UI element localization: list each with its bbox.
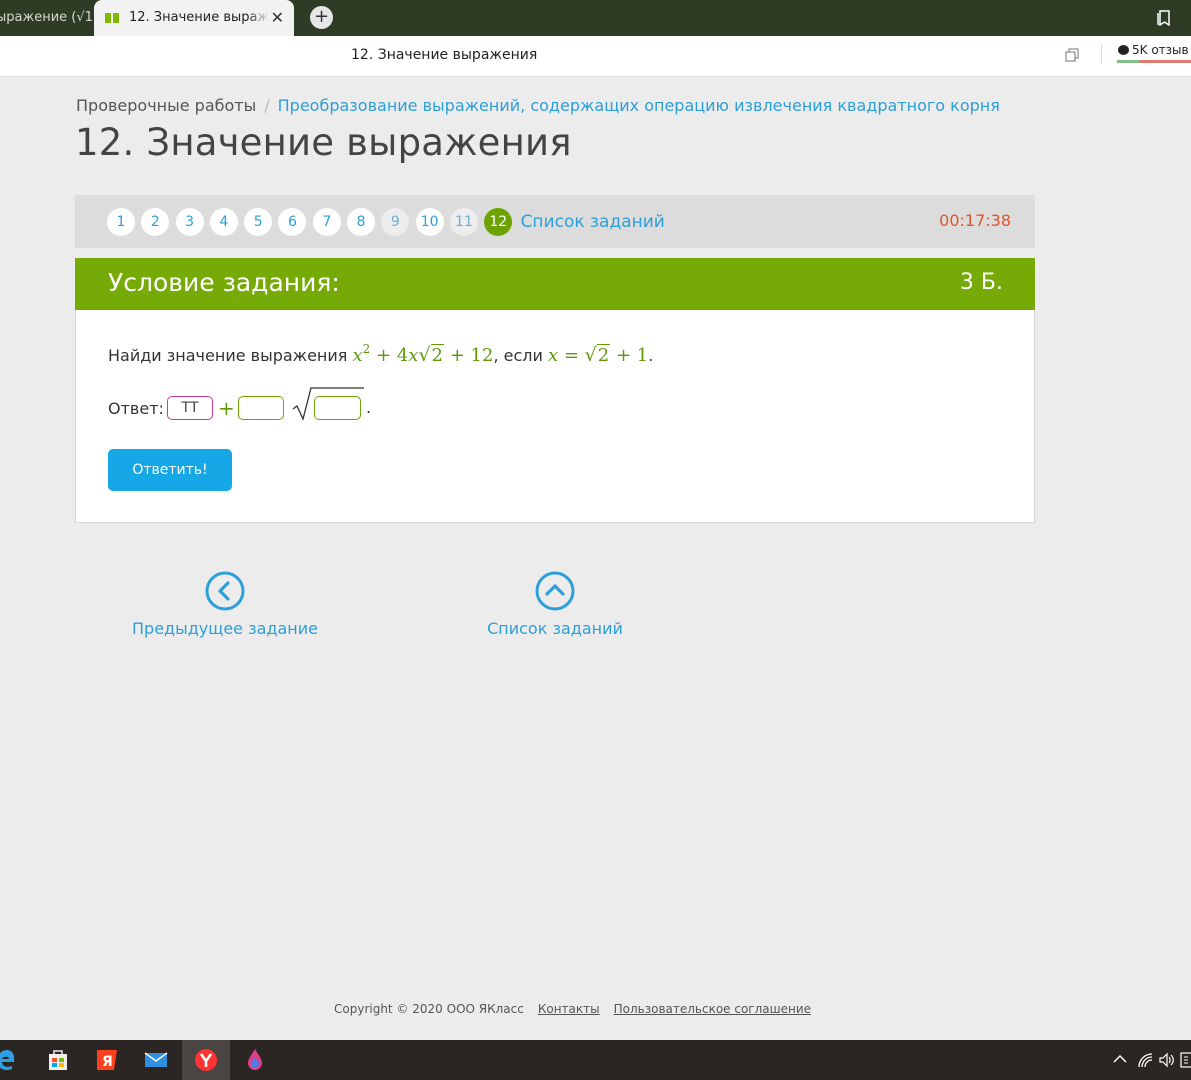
statement-suffix: .	[648, 346, 654, 365]
task-number-11[interactable]: 11	[449, 208, 478, 236]
points-badge: 3 Б.	[959, 270, 1003, 295]
contacts-link[interactable]: Контакты	[538, 1002, 600, 1016]
task-number-4[interactable]: 4	[209, 208, 238, 236]
task-statement: Найди значение выражения x2 + 4x√2 + 12,…	[108, 342, 653, 366]
store-icon[interactable]	[34, 1040, 82, 1080]
task-number-1[interactable]: 1	[107, 208, 135, 236]
answer-period: .	[366, 398, 372, 417]
chevron-up-circle-icon	[535, 571, 575, 611]
reviews-button[interactable]: 5K отзыв	[1118, 43, 1189, 57]
answer-input-coefficient[interactable]	[238, 396, 284, 420]
task-list-label: Список заданий	[487, 619, 623, 638]
copyright: Copyright © 2020 ООО ЯКласс	[334, 1002, 524, 1016]
timer: 00:17:38	[939, 211, 1011, 230]
tab-title: ыражение (√1	[0, 10, 92, 25]
paint-drop-icon[interactable]	[231, 1040, 279, 1080]
mail-icon[interactable]	[132, 1040, 180, 1080]
browser-tab-current[interactable]: 12. Значение выражени ✕	[94, 0, 294, 36]
previous-task-label: Предыдущее задание	[132, 619, 318, 638]
address-bar: 12. Значение выражения 5K отзыв	[0, 36, 1191, 77]
task-number-2[interactable]: 2	[141, 208, 170, 236]
reviews-label: 5K отзыв	[1132, 43, 1189, 57]
keyboard-icon[interactable]	[1180, 1052, 1191, 1068]
task-list-link[interactable]: Список заданий	[521, 208, 665, 236]
edge-icon[interactable]	[0, 1040, 30, 1080]
svg-text:Я: Я	[102, 1054, 113, 1070]
chevron-left-circle-icon	[205, 571, 245, 611]
breadcrumb-separator: /	[264, 96, 270, 115]
rating-bar	[1117, 60, 1191, 63]
window-copy-icon[interactable]	[1065, 48, 1079, 62]
answer-label: Ответ:	[108, 399, 164, 418]
task-number-9[interactable]: 9	[381, 208, 410, 236]
windows-taskbar: Я	[0, 1040, 1191, 1080]
page-title-in-address-bar[interactable]: 12. Значение выражения	[351, 47, 537, 63]
wifi-icon[interactable]	[1137, 1052, 1153, 1068]
bookmarks-icon[interactable]	[1157, 10, 1170, 26]
user-agreement-link[interactable]: Пользовательское соглашение	[614, 1002, 811, 1016]
condition-formula: x = √2 + 1	[547, 344, 649, 366]
task-number-6[interactable]: 6	[278, 208, 307, 236]
speech-bubble-icon	[1118, 45, 1129, 55]
browser-tab-bar: ыражение (√1 12. Значение выражени ✕ +	[0, 0, 1191, 36]
chevron-up-icon[interactable]	[1113, 1054, 1127, 1064]
submit-answer-button[interactable]: Ответить!	[108, 449, 232, 491]
breadcrumb: Проверочные работы / Преобразование выраже…	[76, 96, 1000, 115]
answer-input-integer[interactable]	[167, 396, 213, 420]
task-number-7[interactable]: 7	[312, 208, 341, 236]
condition-title: Условие задания:	[108, 268, 340, 297]
plus-sign: +	[218, 396, 235, 420]
breadcrumb-current[interactable]: Преобразование выражений, содержащих опе…	[278, 96, 1000, 115]
task-navigation: 1 2 3 4 5 6 7 8 9 10 11 12 Список заданий 00:17:38	[75, 195, 1035, 248]
tab-title: 12. Значение выражени	[129, 10, 269, 25]
yandex-browser-icon[interactable]	[182, 1040, 230, 1080]
previous-task-link[interactable]: Предыдущее задание	[130, 571, 320, 638]
breadcrumb-root[interactable]: Проверочные работы	[76, 96, 256, 115]
task-number-3[interactable]: 3	[175, 208, 204, 236]
speaker-icon[interactable]	[1159, 1052, 1175, 1068]
task-card: Найди значение выражения x2 + 4x√2 + 12,…	[75, 310, 1035, 523]
answer-input-radicand[interactable]	[314, 396, 361, 420]
yandex-y-icon[interactable]: Я	[83, 1040, 131, 1080]
task-number-5[interactable]: 5	[244, 208, 273, 236]
close-icon[interactable]: ✕	[271, 0, 284, 36]
condition-header: Условие задания: 3 Б.	[75, 258, 1035, 310]
page-title: 12. Значение выражения	[75, 121, 572, 164]
browser-tab-previous[interactable]: ыражение (√1	[0, 0, 92, 36]
footer: Copyright © 2020 ООО ЯКласс Контакты Польз…	[334, 1002, 811, 1016]
task-number-12-current[interactable]: 12	[484, 208, 513, 236]
divider	[1101, 44, 1102, 64]
task-number-8[interactable]: 8	[347, 208, 376, 236]
task-list-bottom-link[interactable]: Список заданий	[460, 571, 650, 638]
statement-middle: , если	[493, 346, 543, 365]
new-tab-button[interactable]: +	[310, 6, 333, 29]
task-pager: 1 2 3 4 5 6 7 8 9 10 11 12 Список заданий	[107, 208, 665, 236]
statement-prefix: Найди значение выражения	[108, 346, 348, 365]
task-number-10[interactable]: 10	[415, 208, 444, 236]
expression-formula: x2 + 4x√2 + 12	[352, 342, 494, 366]
yaklass-book-icon	[105, 13, 119, 23]
